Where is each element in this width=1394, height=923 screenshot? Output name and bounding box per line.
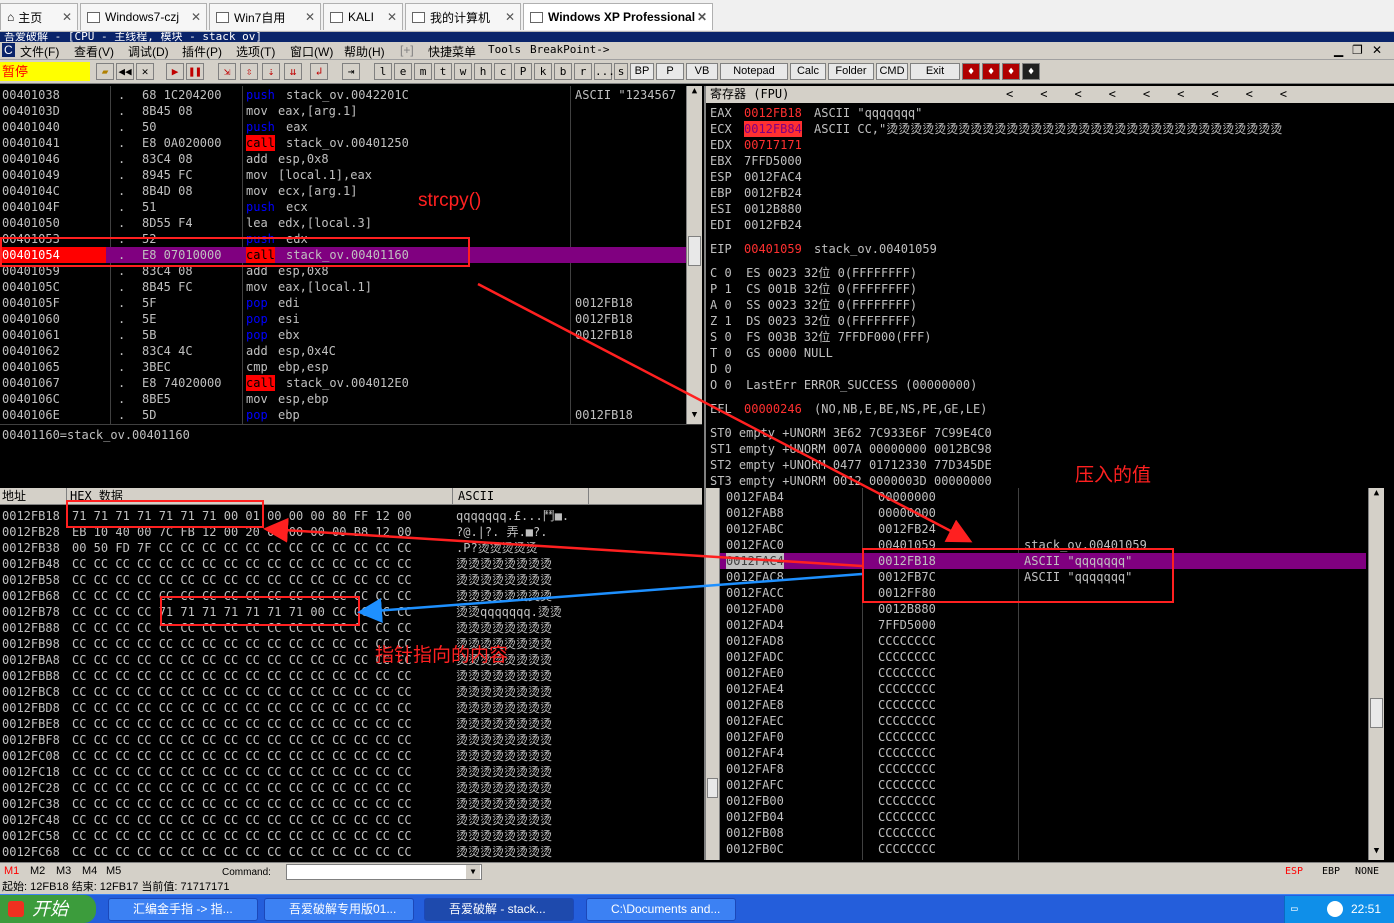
arrow-call-to-stack <box>477 282 973 543</box>
task-folder[interactable]: 吾爱破解专用版01... <box>264 898 414 921</box>
status-bar: 起始: 12FB18 结束: 12FB17 当前值: 71717171 <box>0 881 1394 894</box>
start-label: 开始 <box>32 899 68 919</box>
task-cmd[interactable]: C:\Documents and... <box>586 898 736 921</box>
task-label: 吾爱破解专用版01... <box>289 902 397 916</box>
volume-icon[interactable] <box>1327 901 1343 917</box>
task-label: 吾爱破解 - stack... <box>449 902 546 916</box>
task-asm-helper[interactable]: 汇编金手指 -> 指... <box>108 898 258 921</box>
clock: 22:51 <box>1351 902 1382 916</box>
dropdown-icon[interactable]: ▼ <box>466 865 480 879</box>
annotation-arrows <box>263 282 973 623</box>
start-button[interactable]: 开始 <box>0 895 96 923</box>
taskbar: 开始 汇编金手指 -> 指... 吾爱破解专用版01... 吾爱破解 - sta… <box>0 894 1394 923</box>
command-input[interactable]: ▼ <box>286 864 482 880</box>
dump-tab-m5[interactable]: M5 <box>106 865 121 877</box>
none-follow-button[interactable]: NONE <box>1355 866 1379 877</box>
esp-follow-button[interactable]: ESP <box>1285 866 1303 877</box>
network-icon[interactable]: ▭ <box>1291 902 1298 915</box>
task-label: 汇编金手指 -> 指... <box>133 902 233 916</box>
system-tray: ▭ 22:51 <box>1284 896 1394 923</box>
arrow-stack-to-dump-1 <box>263 517 863 568</box>
task-debugger[interactable]: 吾爱破解 - stack... <box>424 898 574 921</box>
task-label: C:\Documents and... <box>611 902 721 916</box>
dump-tab-m1[interactable]: M1 <box>4 865 19 877</box>
status-text: 起始: 12FB18 结束: 12FB17 当前值: 71717171 <box>2 881 230 893</box>
dump-tab-m2[interactable]: M2 <box>30 865 45 877</box>
ebp-follow-button[interactable]: EBP <box>1322 866 1340 877</box>
arrow-stack-to-dump-2 <box>357 572 863 623</box>
command-label: Command: <box>222 867 271 878</box>
windows-logo-icon <box>8 901 24 917</box>
dump-tab-m4[interactable]: M4 <box>82 865 97 877</box>
dump-tab-m3[interactable]: M3 <box>56 865 71 877</box>
command-bar: M1 M2 M3 M4 M5 Command: ▼ ESP EBP NONE <box>0 862 1394 881</box>
